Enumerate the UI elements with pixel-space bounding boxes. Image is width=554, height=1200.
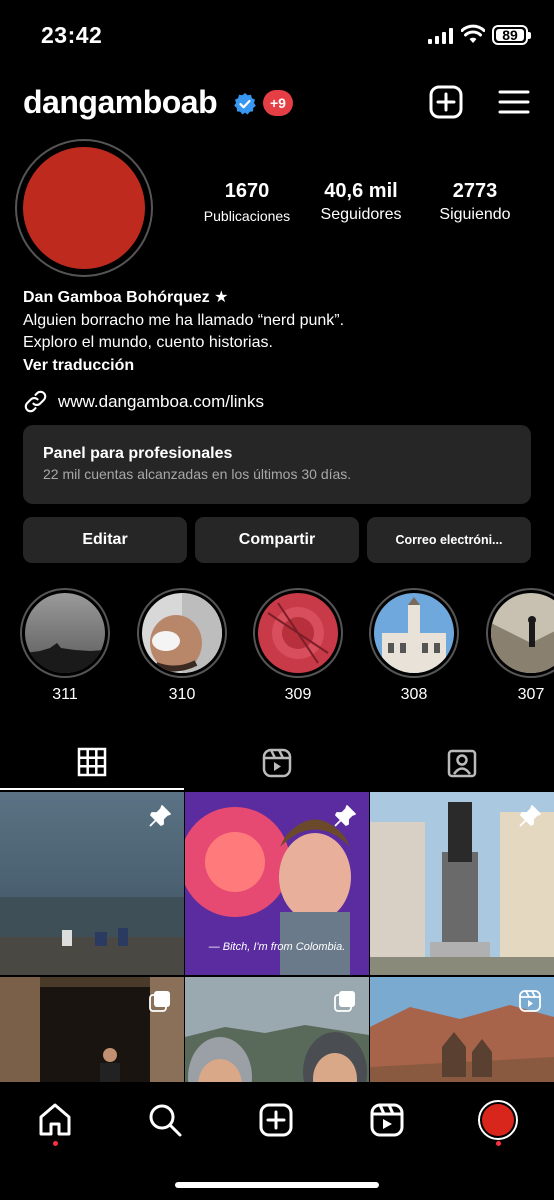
post-thumbnail[interactable] [370, 792, 554, 975]
email-button[interactable]: Correo electróni... [367, 517, 531, 563]
profile-avatar[interactable] [15, 139, 153, 277]
highlight-label: 310 [168, 686, 196, 703]
highlight-label: 311 [52, 686, 78, 703]
cellular-signal-icon [428, 28, 453, 44]
stat-value: 2773 [452, 180, 498, 202]
stat-label: Publicaciones [203, 208, 291, 224]
post-thumbnail[interactable] [0, 977, 184, 1082]
stat-followers[interactable]: 40,6 mil Seguidores [308, 180, 414, 224]
avatar-image [23, 147, 145, 269]
carousel-icon [334, 991, 355, 1012]
professional-dashboard-panel[interactable]: Panel para profesionales 22 mil cuentas … [23, 425, 531, 504]
carousel-icon [149, 991, 170, 1012]
search-icon [149, 1104, 182, 1137]
nav-profile[interactable] [478, 1100, 518, 1140]
bio-line: Exploro el mundo, cuento historias. [23, 334, 273, 351]
posts-grid: — Bitch, I'm from Colombia. [0, 792, 554, 1082]
story-highlight[interactable]: 311 [20, 588, 110, 704]
highlight-cover [142, 593, 222, 673]
profile-notification-dot [496, 1141, 501, 1146]
story-highlight[interactable]: 308 [369, 588, 459, 704]
stat-label: Siguiendo [439, 206, 511, 223]
stat-posts[interactable]: 1670 Publicaciones [193, 180, 301, 224]
profile-header: dangamboab +9 [0, 80, 554, 130]
link-icon [24, 390, 47, 413]
stat-following[interactable]: 2773 Siguiendo [426, 180, 524, 224]
highlight-cover [374, 593, 454, 673]
notification-badge[interactable]: +9 [263, 90, 293, 116]
highlight-cover [491, 593, 554, 673]
highlight-cover [25, 593, 105, 673]
pin-icon [519, 805, 541, 827]
tab-posts-grid[interactable] [0, 735, 184, 790]
home-indicator [175, 1182, 379, 1188]
share-profile-button[interactable]: Compartir [195, 517, 359, 563]
username-title[interactable]: dangamboab [23, 84, 218, 121]
highlight-cover [258, 593, 338, 673]
profile-tabs [0, 735, 554, 790]
highlight-label: 308 [400, 686, 428, 703]
link-text[interactable]: www.dangamboa.com/links [58, 392, 264, 412]
stat-value: 40,6 mil [324, 180, 398, 202]
menu-icon[interactable] [498, 88, 530, 116]
profile-avatar-small [478, 1100, 518, 1140]
grid-icon [77, 747, 107, 776]
nav-create[interactable] [256, 1100, 296, 1140]
highlight-label: 307 [517, 686, 545, 703]
create-post-icon[interactable] [429, 85, 463, 119]
story-highlight[interactable]: 309 [253, 588, 343, 704]
display-name: Dan Gamboa Bohórquez ★ [23, 289, 229, 306]
home-notification-dot [53, 1141, 58, 1146]
panel-title: Panel para profesionales [43, 445, 233, 462]
tab-reels[interactable] [185, 735, 369, 790]
reel-icon [519, 990, 541, 1012]
status-bar: 23:42 89 [0, 0, 554, 70]
stat-label: Seguidores [320, 206, 402, 223]
pin-icon [334, 805, 356, 827]
status-time: 23:42 [41, 22, 103, 48]
home-icon [39, 1103, 71, 1136]
reels-icon [262, 748, 292, 777]
nav-home[interactable] [35, 1100, 75, 1140]
tab-tagged[interactable] [370, 735, 554, 790]
story-highlight[interactable]: 310 [137, 588, 227, 704]
wifi-icon [461, 24, 485, 43]
highlight-label: 309 [284, 686, 312, 703]
tagged-icon [447, 749, 477, 777]
stat-value: 1670 [224, 180, 270, 202]
post-caption: — Bitch, I'm from Colombia. [208, 941, 346, 953]
battery-level: 89 [502, 27, 518, 43]
battery-icon: 89 [492, 25, 531, 45]
post-thumbnail[interactable] [0, 792, 184, 975]
pin-icon [149, 805, 171, 827]
post-thumbnail[interactable]: — Bitch, I'm from Colombia. [185, 792, 369, 975]
profile-bio: Dan Gamboa Bohórquez ★ Alguien borracho … [23, 287, 533, 377]
create-icon [259, 1103, 293, 1137]
verified-badge-icon [234, 93, 256, 115]
story-highlight[interactable]: 307 [486, 588, 554, 704]
nav-search[interactable] [145, 1100, 185, 1140]
bio-line: Alguien borracho me ha llamado “nerd pun… [23, 311, 345, 329]
panel-subtitle: 22 mil cuentas alcanzadas en los últimos… [43, 466, 352, 482]
bottom-navigation [0, 1082, 554, 1200]
edit-profile-button[interactable]: Editar [23, 517, 187, 563]
post-thumbnail[interactable] [370, 977, 554, 1082]
post-thumbnail[interactable] [185, 977, 369, 1082]
nav-reels[interactable] [367, 1100, 407, 1140]
see-translation-link[interactable]: Ver traducción [23, 355, 533, 378]
profile-link[interactable]: www.dangamboa.com/links [23, 389, 264, 414]
reels-icon [370, 1103, 404, 1137]
